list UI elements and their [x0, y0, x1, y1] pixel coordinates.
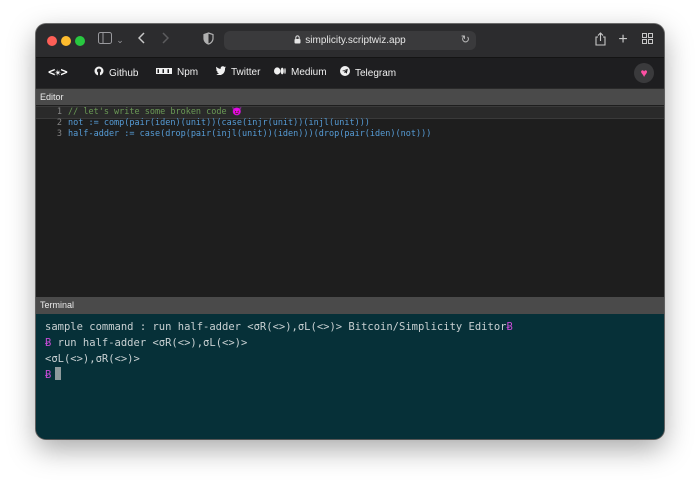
terminal-panel[interactable]: sample command : run half-adder <σR(<>),…	[36, 314, 664, 439]
site-logo[interactable]: <✴>	[48, 65, 68, 79]
line-number: 3	[56, 129, 62, 139]
terminal-text: <σL(<>),σR(<>)>	[45, 353, 140, 365]
github-icon	[94, 66, 104, 81]
browser-toolbar: ⌄ simplicity.scriptwiz.app ↻ +	[36, 24, 664, 58]
code-text: not := comp(pair(iden)(unit))(case(injr(…	[68, 118, 370, 128]
nav-link-label: Medium	[291, 67, 327, 78]
editor-header: Editor	[36, 89, 664, 105]
nav-link-twitter[interactable]: Twitter	[216, 66, 260, 80]
zoom-window-button[interactable]	[75, 36, 85, 46]
url-text: simplicity.scriptwiz.app	[305, 35, 406, 46]
browser-window: ⌄ simplicity.scriptwiz.app ↻ + <✴> Githu…	[36, 24, 664, 439]
chevron-down-icon[interactable]: ⌄	[116, 32, 124, 48]
medium-icon	[274, 66, 286, 80]
terminal-input-line[interactable]: Ƀ	[45, 367, 62, 383]
address-bar[interactable]: simplicity.scriptwiz.app ↻	[224, 31, 476, 50]
site-navbar: <✴> Github Npm Twitter Medium Telegram ♥	[36, 58, 664, 89]
twitter-icon	[216, 66, 226, 80]
code-editor[interactable]: 1// let's write some broken code 😈 2 not …	[36, 106, 664, 296]
bitcoin-prompt-symbol: Ƀ	[45, 369, 52, 381]
terminal-line: Ƀ run half-adder <σR(<>),σL(<>)>	[45, 335, 247, 351]
terminal-header: Terminal	[36, 297, 664, 314]
nav-link-github[interactable]: Github	[94, 66, 138, 80]
code-line[interactable]: 3 half-adder := case(drop(pair(injl(unit)…	[36, 128, 431, 140]
reload-icon[interactable]: ↻	[461, 31, 470, 50]
terminal-line: <σL(<>),σR(<>)>	[45, 351, 140, 367]
terminal-cursor	[55, 367, 62, 380]
terminal-text: sample command : run half-adder <σR(<>),…	[45, 321, 507, 333]
nav-link-medium[interactable]: Medium	[274, 66, 327, 80]
nav-link-telegram[interactable]: Telegram	[340, 66, 396, 80]
tab-overview-icon[interactable]	[640, 32, 654, 48]
nav-link-label: Npm	[177, 67, 199, 78]
close-window-button[interactable]	[47, 36, 57, 46]
code-text: half-adder := case(drop(pair(injl(unit))…	[68, 129, 432, 139]
npm-icon	[156, 66, 172, 80]
nav-link-npm[interactable]: Npm	[156, 66, 198, 80]
nav-link-label: Twitter	[231, 67, 261, 78]
code-text: // let's write some broken code 😈	[68, 107, 243, 117]
minimize-window-button[interactable]	[61, 36, 71, 46]
terminal-text: run half-adder <σR(<>),σL(<>)>	[51, 337, 248, 349]
heart-icon[interactable]: ♥	[634, 63, 654, 83]
nav-link-label: Telegram	[355, 68, 397, 79]
lock-icon	[294, 32, 301, 51]
telegram-icon	[340, 66, 350, 81]
shield-icon[interactable]	[202, 32, 214, 48]
terminal-line: sample command : run half-adder <σR(<>),…	[45, 319, 513, 335]
new-tab-icon[interactable]: +	[616, 32, 630, 48]
share-icon[interactable]	[593, 32, 607, 48]
nav-link-label: Github	[109, 68, 139, 79]
forward-icon[interactable]	[159, 32, 171, 48]
sidebar-icon[interactable]	[98, 32, 112, 48]
bitcoin-prompt-symbol: Ƀ	[506, 321, 513, 333]
back-icon[interactable]	[136, 32, 148, 48]
